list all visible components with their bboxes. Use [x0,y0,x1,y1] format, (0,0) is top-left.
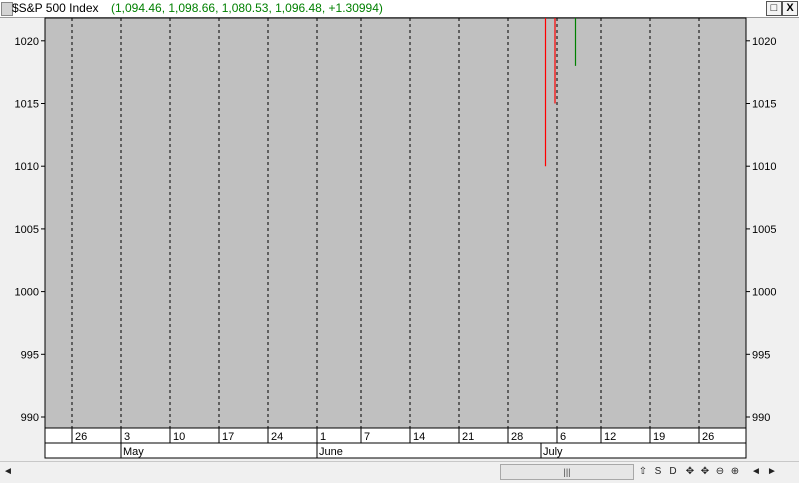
x-day-label: 19 [653,431,665,443]
x-day-label: 6 [560,431,566,443]
y-tick-label: 1010 [752,161,776,173]
x-month-label: July [543,446,563,458]
y-tick-label: 1015 [15,99,39,111]
y-tick-label: 1015 [752,99,776,111]
chart-frame [0,17,799,459]
tool-s-icon[interactable]: S [652,464,664,479]
y-tick-label: 1005 [15,224,39,236]
y-tick-label: 1000 [752,287,776,299]
tool-move-icon[interactable]: ✥ [684,464,696,479]
x-day-label: 21 [462,431,474,443]
tool-pan-icon[interactable]: ✥ [699,464,711,479]
price-chart: 990 990 995 995 1000 1000 1005 1005 1010 1010 1015… [0,17,799,459]
x-day-label: 3 [124,431,130,443]
x-day-label: 28 [511,431,523,443]
y-tick-label: 1010 [15,161,39,173]
x-day-label: 10 [173,431,185,443]
close-icon[interactable]: X [782,1,798,16]
x-day-label: 26 [702,431,714,443]
scroll-forward-icon[interactable]: ► [766,464,778,479]
window-title: $S&P 500 Index [12,1,99,15]
scroll-thumb[interactable]: ||| [500,464,634,480]
x-day-label: 26 [75,431,87,443]
y-tick-label: 995 [752,349,770,361]
x-day-label: 12 [604,431,616,443]
zoom-in-icon[interactable]: ⊕ [729,464,741,479]
chart-window: $S&P 500 Index (1,094.46, 1,098.66, 1,08… [0,0,799,483]
x-day-label: 7 [364,431,370,443]
minimize-icon[interactable]: □ [766,1,782,16]
tool-d-icon[interactable]: D [667,464,679,479]
plot-area [44,17,747,429]
y-tick-label: 1000 [15,287,39,299]
title-bar[interactable]: $S&P 500 Index (1,094.46, 1,098.66, 1,08… [0,0,799,18]
y-tick-label: 1020 [752,36,776,48]
x-month-label: June [319,446,343,458]
x-month-label: May [123,446,144,458]
x-day-label: 1 [320,431,326,443]
x-day-label: 24 [271,431,283,443]
zoom-out-icon[interactable]: ⊖ [714,464,726,479]
tool-pointer-icon[interactable]: ⇧ [637,464,649,479]
x-day-label: 17 [222,431,234,443]
y-tick-label: 990 [752,412,770,424]
x-day-label: 14 [413,431,425,443]
scroll-back-icon[interactable]: ◄ [750,464,762,479]
y-tick-label: 1020 [15,36,39,48]
y-tick-label: 995 [21,349,39,361]
y-tick-label: 1005 [752,224,776,236]
horizontal-scrollbar[interactable]: ◄ ||| ⇧ S D ✥ ✥ ⊖ ⊕ ◄ ► [0,461,799,482]
price-summary: (1,094.46, 1,098.66, 1,080.53, 1,096.48,… [111,1,383,15]
scroll-left-arrow-icon[interactable]: ◄ [2,464,14,479]
y-tick-label: 990 [21,412,39,424]
